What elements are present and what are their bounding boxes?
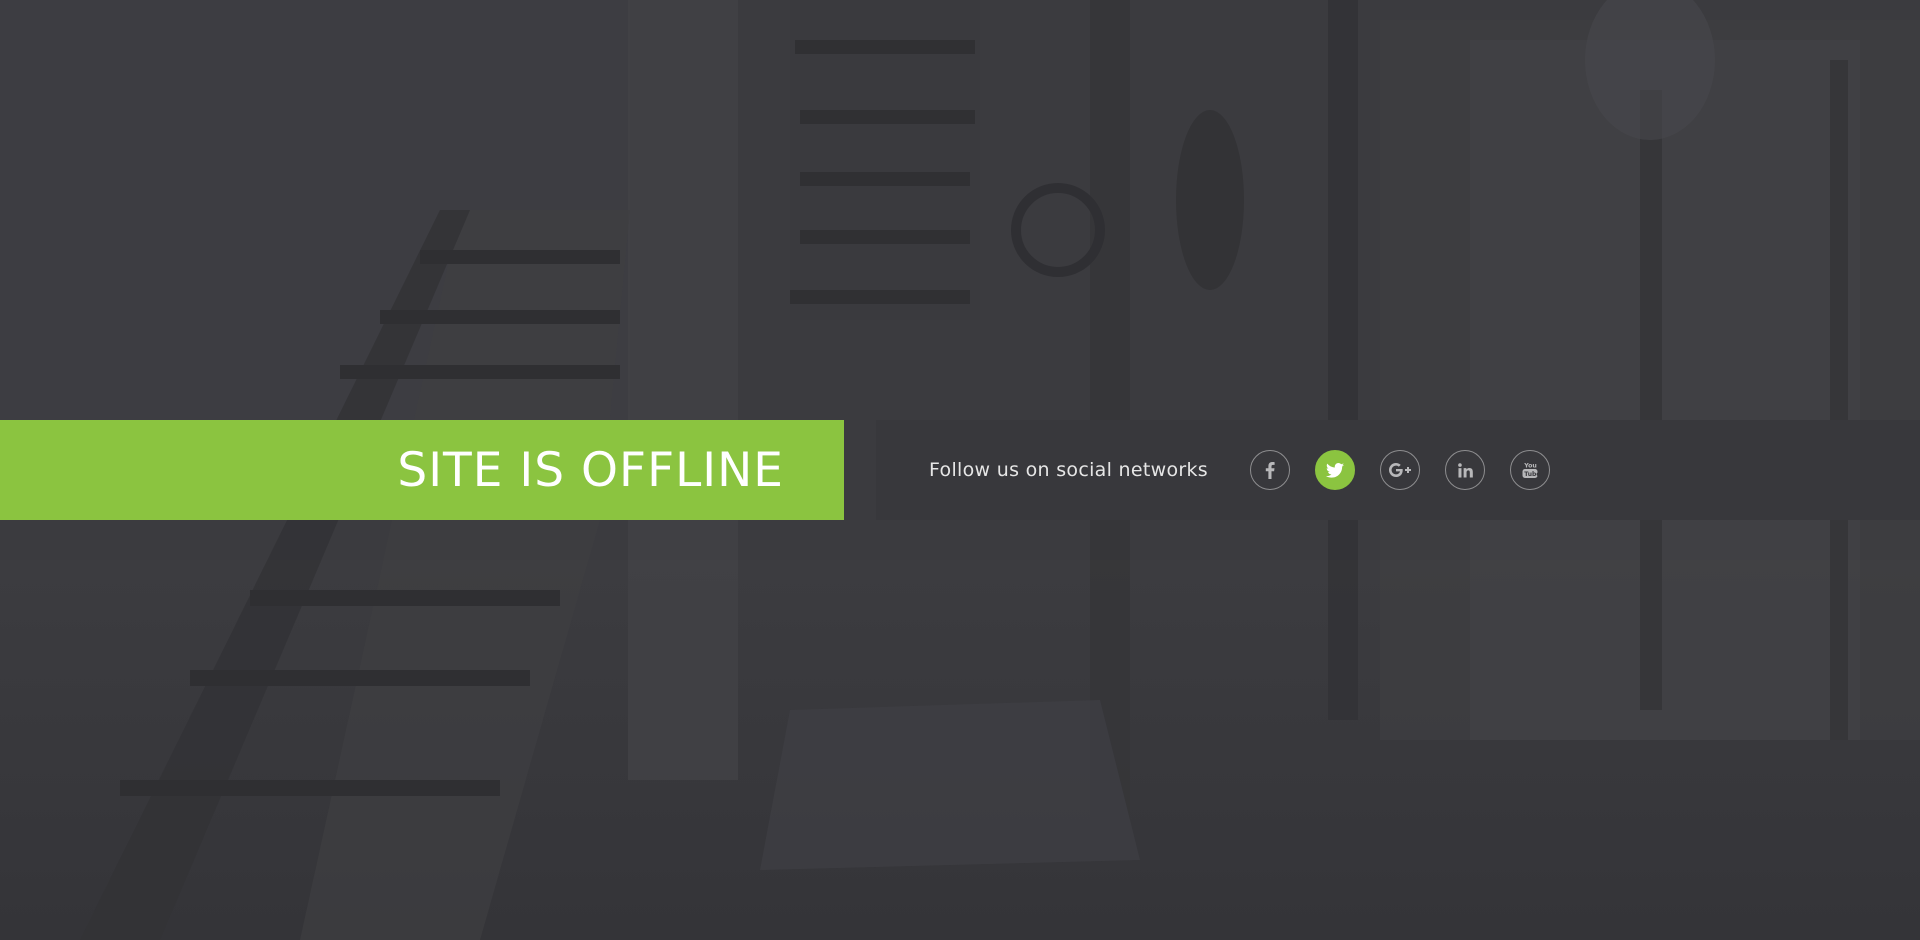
google-plus-icon — [1389, 463, 1411, 477]
svg-text:You: You — [1523, 463, 1537, 470]
follow-text: Follow us on social networks — [929, 459, 1208, 481]
linkedin-icon — [1457, 462, 1473, 478]
facebook-button[interactable] — [1250, 450, 1290, 490]
youtube-icon: You Tube — [1522, 463, 1538, 478]
offline-page: SITE IS OFFLINE Follow us on social netw… — [0, 0, 1920, 940]
linkedin-button[interactable] — [1445, 450, 1485, 490]
facebook-icon — [1265, 461, 1275, 479]
twitter-icon — [1326, 462, 1344, 478]
google-plus-button[interactable] — [1380, 450, 1420, 490]
twitter-button[interactable] — [1315, 450, 1355, 490]
social-links: You Tube — [1250, 450, 1550, 490]
page-title: SITE IS OFFLINE — [397, 442, 784, 498]
offline-banner: SITE IS OFFLINE — [0, 420, 844, 520]
social-bar: Follow us on social networks You Tub — [876, 420, 1920, 520]
youtube-button[interactable]: You Tube — [1510, 450, 1550, 490]
svg-text:Tube: Tube — [1524, 471, 1538, 478]
